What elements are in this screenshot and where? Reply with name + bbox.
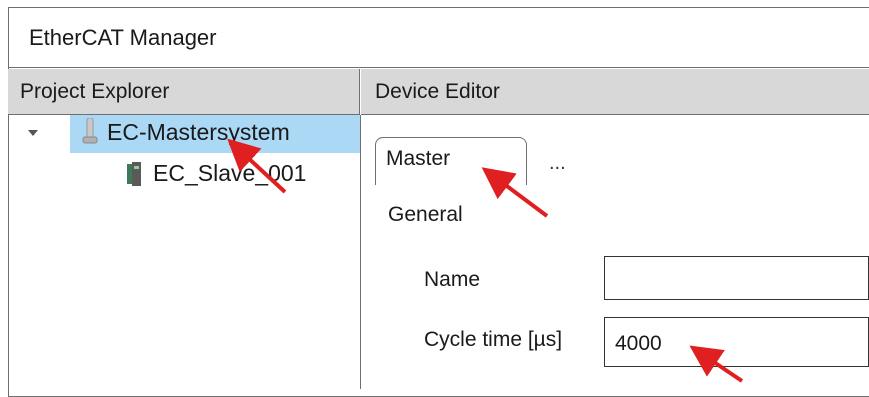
pane-divider[interactable] <box>360 115 361 389</box>
name-field[interactable] <box>604 256 869 300</box>
tree-item-label: EC_Slave_001 <box>153 160 307 186</box>
section-general-label: General <box>388 203 463 226</box>
project-explorer-header: Project Explorer <box>8 69 360 115</box>
device-editor-header: Device Editor <box>361 69 869 115</box>
cycle-time-field[interactable]: 4000 <box>604 317 869 367</box>
tab-more[interactable]: ... <box>549 152 566 175</box>
tree-item-label: EC-Mastersystem <box>107 119 290 145</box>
tab-label: Master <box>386 147 451 170</box>
tab-master[interactable]: Master <box>375 137 527 185</box>
cycle-time-label: Cycle time [µs] <box>424 328 563 351</box>
slave-device-icon <box>127 162 141 186</box>
window-title: EtherCAT Manager <box>8 7 869 68</box>
master-system-icon <box>82 118 98 144</box>
name-label: Name <box>424 268 481 291</box>
expand-toggle-icon[interactable] <box>28 130 38 136</box>
